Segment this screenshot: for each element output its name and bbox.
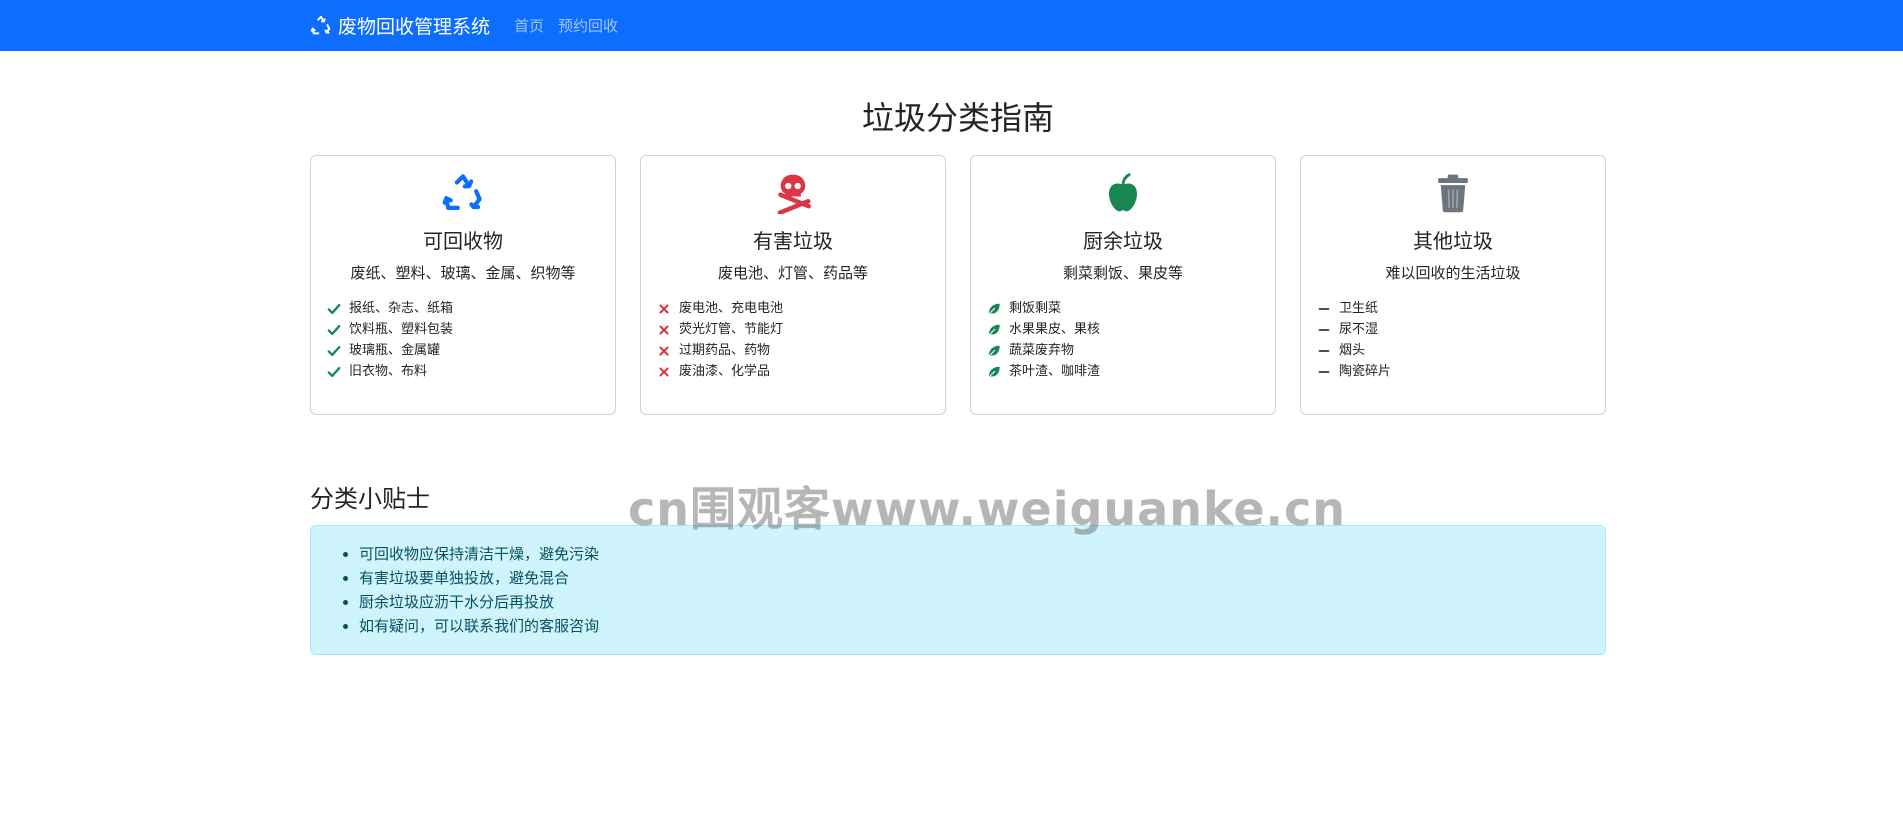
page-title: 垃圾分类指南 [861, 99, 1054, 137]
card-description: 剩菜剩饭、果皮等 [1062, 264, 1183, 282]
skull-crossbones-icon [777, 174, 811, 215]
card-description: 难以回收的生活垃圾 [1385, 264, 1521, 282]
dash-icon [1318, 328, 1330, 331]
check-icon [327, 324, 341, 335]
list-item: 烟头 [1317, 340, 1589, 361]
dash-icon [1318, 307, 1330, 310]
leaf-icon [988, 324, 1000, 336]
check-icon [327, 366, 341, 377]
list-item: 茶叶渣、咖啡渣 [987, 361, 1259, 382]
check-icon [327, 345, 341, 356]
item-list: 剩饭剩菜 水果果皮、果核 蔬菜废弃物 茶叶渣、咖啡渣 [987, 298, 1259, 382]
brand-title: 废物回收管理系统 [338, 16, 491, 38]
leaf-icon [988, 366, 1000, 378]
list-item-label: 水果果皮、果核 [1009, 322, 1101, 337]
nav-link-booking[interactable]: 预约回收 [558, 15, 618, 36]
list-item: 废电池、充电电池 [657, 298, 929, 319]
card-description: 废纸、塑料、玻璃、金属、织物等 [350, 264, 576, 282]
list-item-label: 饮料瓶、塑料包装 [349, 322, 454, 337]
leaf-icon [988, 345, 1000, 357]
list-item-label: 旧衣物、布料 [349, 364, 428, 379]
nav-link-home[interactable]: 首页 [514, 15, 544, 36]
tips-alert: 可回收物应保持清洁干燥，避免污染 有害垃圾要单独投放，避免混合 厨余垃圾应沥干水… [310, 525, 1606, 655]
list-item-label: 荧光灯管、节能灯 [679, 322, 784, 337]
x-icon [659, 303, 669, 314]
tip-item: 如有疑问，可以联系我们的客服咨询 [359, 614, 1589, 638]
list-item-label: 过期药品、药物 [679, 343, 771, 358]
tip-item: 有害垃圾要单独投放，避免混合 [359, 566, 1589, 590]
leaf-icon [988, 303, 1000, 315]
item-list: 卫生纸 尿不湿 烟头 陶瓷碎片 [1317, 298, 1589, 382]
list-item: 报纸、杂志、纸箱 [327, 298, 599, 319]
list-item: 蔬菜废弃物 [987, 340, 1259, 361]
list-item-label: 烟头 [1339, 343, 1366, 358]
main-container: 垃圾分类指南 可回收物 废纸、塑料、玻璃、金属、织物等 报纸、杂志、纸箱 饮料瓶… [310, 97, 1606, 655]
list-item: 剩饭剩菜 [987, 298, 1259, 319]
list-item-label: 剩饭剩菜 [1009, 301, 1062, 316]
list-item: 旧衣物、布料 [327, 361, 599, 382]
list-item-label: 废油漆、化学品 [679, 364, 771, 379]
list-item-label: 卫生纸 [1339, 301, 1379, 316]
list-item: 荧光灯管、节能灯 [657, 319, 929, 340]
list-item: 玻璃瓶、金属罐 [327, 340, 599, 361]
card-recyclable: 可回收物 废纸、塑料、玻璃、金属、织物等 报纸、杂志、纸箱 饮料瓶、塑料包装 玻… [310, 155, 616, 415]
list-item-label: 蔬菜废弃物 [1009, 343, 1075, 358]
item-list: 报纸、杂志、纸箱 饮料瓶、塑料包装 玻璃瓶、金属罐 旧衣物、布料 [327, 298, 599, 382]
list-item-label: 废电池、充电电池 [679, 301, 784, 316]
list-item: 饮料瓶、塑料包装 [327, 319, 599, 340]
card-title: 厨余垃圾 [1083, 229, 1163, 253]
card-title: 可回收物 [423, 229, 503, 253]
trash-icon [1438, 174, 1468, 213]
recycle-icon [442, 174, 482, 210]
list-item: 陶瓷碎片 [1317, 361, 1589, 382]
tips-title: 分类小贴士 [310, 485, 430, 513]
recycle-icon [310, 15, 331, 34]
list-item: 过期药品、药物 [657, 340, 929, 361]
navbar: 废物回收管理系统 首页 预约回收 [0, 0, 1903, 51]
card-kitchen: 厨余垃圾 剩菜剩饭、果皮等 剩饭剩菜 水果果皮、果核 蔬菜废弃物 茶叶渣、咖啡渣 [970, 155, 1276, 415]
list-item: 废油漆、化学品 [657, 361, 929, 382]
x-icon [659, 324, 669, 335]
x-icon [659, 366, 669, 377]
card-title: 其他垃圾 [1413, 229, 1493, 253]
list-item: 尿不湿 [1317, 319, 1589, 340]
apple-icon [1109, 173, 1137, 212]
dash-icon [1318, 370, 1330, 373]
list-item: 水果果皮、果核 [987, 319, 1259, 340]
dash-icon [1318, 349, 1330, 352]
category-cards: 可回收物 废纸、塑料、玻璃、金属、织物等 报纸、杂志、纸箱 饮料瓶、塑料包装 玻… [310, 155, 1606, 415]
tip-item: 厨余垃圾应沥干水分后再投放 [359, 590, 1589, 614]
list-item-label: 陶瓷碎片 [1339, 364, 1392, 379]
list-item-label: 茶叶渣、咖啡渣 [1009, 364, 1101, 379]
check-icon [327, 303, 341, 314]
x-icon [659, 345, 669, 356]
list-item-label: 玻璃瓶、金属罐 [349, 343, 441, 358]
tip-item: 可回收物应保持清洁干燥，避免污染 [359, 542, 1589, 566]
card-hazardous: 有害垃圾 废电池、灯管、药品等 废电池、充电电池 荧光灯管、节能灯 过期药品、药… [640, 155, 946, 415]
item-list: 废电池、充电电池 荧光灯管、节能灯 过期药品、药物 废油漆、化学品 [657, 298, 929, 382]
tips-list: 可回收物应保持清洁干燥，避免污染 有害垃圾要单独投放，避免混合 厨余垃圾应沥干水… [327, 542, 1589, 638]
brand-link[interactable]: 废物回收管理系统 [310, 12, 490, 39]
list-item: 卫生纸 [1317, 298, 1589, 319]
card-title: 有害垃圾 [753, 229, 833, 253]
list-item-label: 尿不湿 [1339, 322, 1379, 337]
list-item-label: 报纸、杂志、纸箱 [349, 301, 454, 316]
card-description: 废电池、灯管、药品等 [717, 264, 868, 282]
card-other: 其他垃圾 难以回收的生活垃圾 卫生纸 尿不湿 烟头 陶瓷碎片 [1300, 155, 1606, 415]
